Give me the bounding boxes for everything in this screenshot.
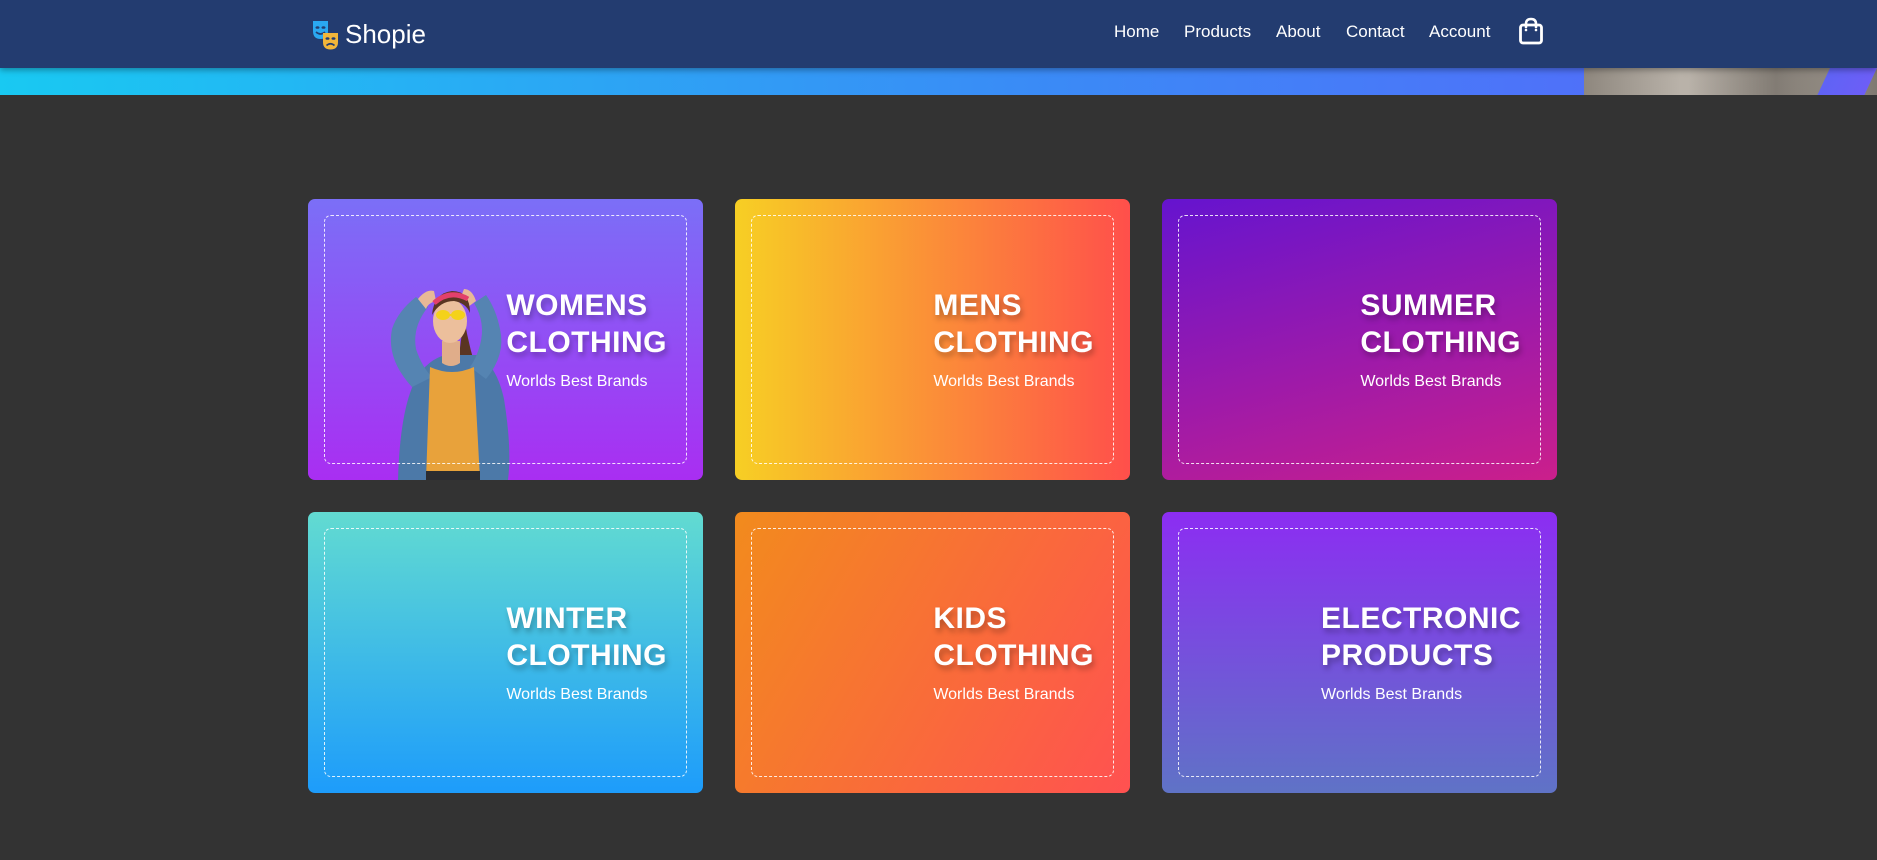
card-title: WINTER CLOTHING (506, 600, 667, 674)
card-text: ELECTRONIC PRODUCTS Worlds Best Brands (1321, 600, 1521, 705)
card-title: ELECTRONIC PRODUCTS (1321, 600, 1521, 674)
card-subtitle: Worlds Best Brands (933, 686, 1075, 703)
nav-home-link[interactable]: Home (1114, 20, 1159, 44)
card-title: SUMMER CLOTHING (1360, 287, 1521, 361)
cart-button[interactable] (1518, 17, 1544, 45)
card-subtitle: Worlds Best Brands (933, 373, 1075, 390)
category-card-mens[interactable]: MENS CLOTHING Worlds Best Brands (735, 199, 1130, 480)
card-title-line1: SUMMER (1360, 289, 1497, 322)
category-card-winter[interactable]: WINTER CLOTHING Worlds Best Brands (308, 512, 703, 793)
card-title: KIDS CLOTHING (933, 600, 1094, 674)
shopping-bag-icon (1519, 17, 1543, 45)
card-text: MENS CLOTHING Worlds Best Brands (933, 287, 1094, 392)
card-text: SUMMER CLOTHING Worlds Best Brands (1360, 287, 1521, 392)
card-text: WINTER CLOTHING Worlds Best Brands (506, 600, 667, 705)
brand-logo[interactable]: Shopie (311, 18, 426, 50)
card-title-line1: KIDS (933, 602, 1008, 635)
navbar: Shopie Home Products About Contact Accou… (0, 0, 1877, 68)
card-title-line2: CLOTHING (933, 639, 1094, 672)
brand-name: Shopie (345, 19, 426, 49)
card-title-line2: CLOTHING (1360, 326, 1521, 359)
theater-masks-icon (313, 21, 338, 50)
nav-about-link[interactable]: About (1276, 20, 1320, 44)
category-card-electronic[interactable]: ELECTRONIC PRODUCTS Worlds Best Brands (1162, 512, 1557, 793)
card-title-line1: WOMENS (506, 289, 648, 322)
card-title-line2: CLOTHING (933, 326, 1094, 359)
card-subtitle: Worlds Best Brands (506, 373, 648, 390)
card-subtitle: Worlds Best Brands (1360, 373, 1502, 390)
card-subtitle: Worlds Best Brands (1321, 686, 1463, 703)
card-text: KIDS CLOTHING Worlds Best Brands (933, 600, 1094, 705)
card-title-line1: MENS (933, 289, 1023, 322)
card-title-line1: ELECTRONIC (1321, 602, 1521, 635)
category-card-womens[interactable]: WOMENS CLOTHING Worlds Best Brands (308, 199, 703, 480)
card-title: MENS CLOTHING (933, 287, 1094, 361)
nav-contact-link[interactable]: Contact (1346, 20, 1405, 44)
card-text: WOMENS CLOTHING Worlds Best Brands (506, 287, 667, 392)
card-title-line2: PRODUCTS (1321, 639, 1494, 672)
card-title-line1: WINTER (506, 602, 628, 635)
category-card-kids[interactable]: KIDS CLOTHING Worlds Best Brands (735, 512, 1130, 793)
category-card-summer[interactable]: SUMMER CLOTHING Worlds Best Brands (1162, 199, 1557, 480)
hero-photo-shadow (1680, 68, 1840, 95)
card-title-line2: CLOTHING (506, 326, 667, 359)
card-subtitle: Worlds Best Brands (506, 686, 648, 703)
nav-products-link[interactable]: Products (1184, 20, 1251, 44)
hero-banner-bottom (0, 68, 1877, 95)
card-title-line2: CLOTHING (506, 639, 667, 672)
nav-account-link[interactable]: Account (1429, 20, 1490, 44)
card-title: WOMENS CLOTHING (506, 287, 667, 361)
